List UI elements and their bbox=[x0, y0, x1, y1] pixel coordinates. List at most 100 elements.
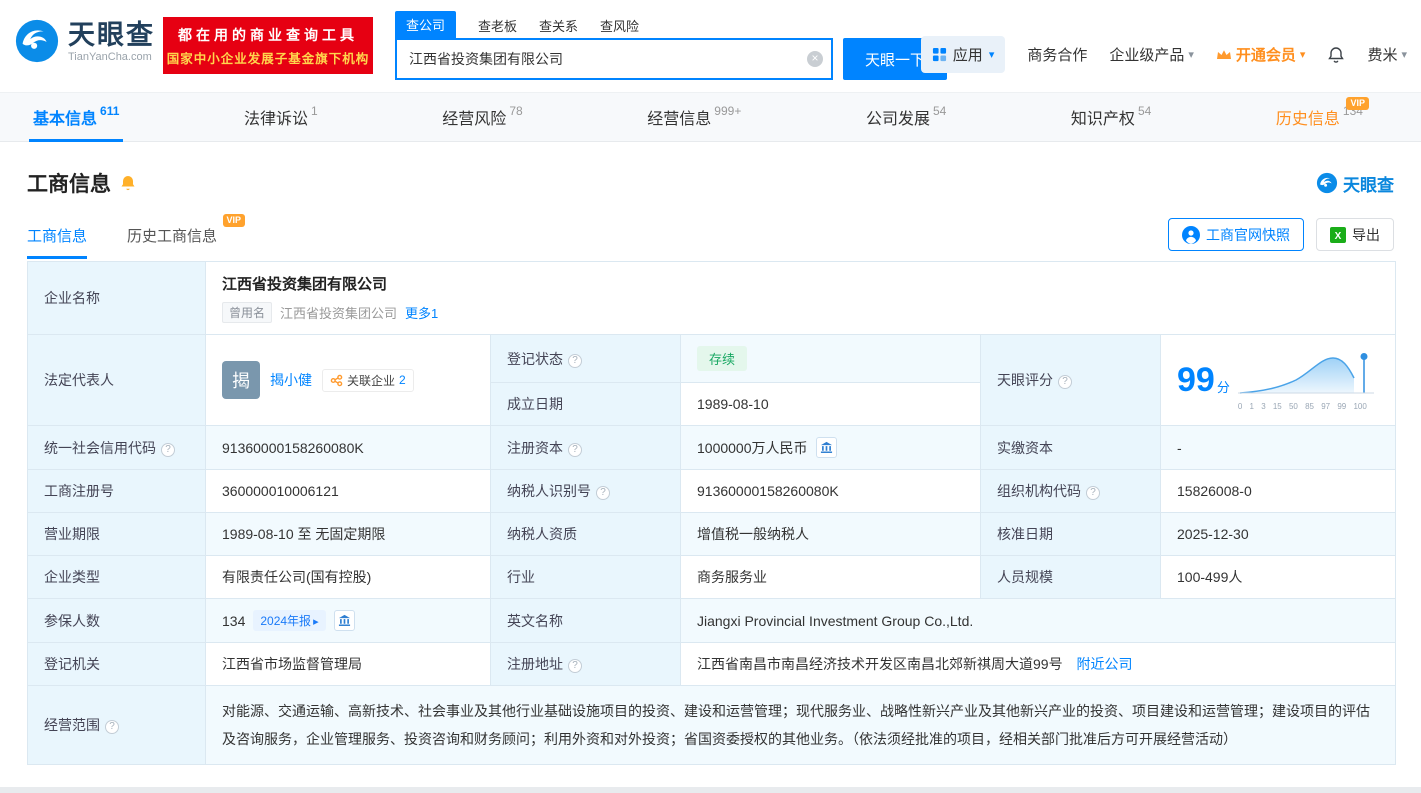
business-term-value: 1989-08-10 至 无固定期限 bbox=[205, 512, 491, 556]
address-label-cell: 注册地址 bbox=[490, 642, 681, 686]
clear-search-icon[interactable] bbox=[807, 51, 823, 67]
company-type-label: 企业类型 bbox=[27, 555, 206, 599]
nav-open-vip[interactable]: 开通会员 bbox=[1216, 44, 1306, 65]
scope-value: 对能源、交通运输、高新技术、社会事业及其他行业基础设施项目的投资、建设和运营管理… bbox=[222, 703, 1370, 747]
section-header: 工商信息 天眼查 bbox=[0, 142, 1421, 198]
page-bottom-strip bbox=[0, 787, 1421, 793]
taxpayer-id-value: 91360000158260080K bbox=[680, 469, 981, 513]
search-row: 天眼一下 bbox=[395, 38, 947, 80]
industry-label: 行业 bbox=[490, 555, 681, 599]
search-tabs: 查公司 查老板 查关系 查风险 bbox=[395, 11, 947, 38]
search-input[interactable] bbox=[395, 38, 833, 80]
help-icon[interactable] bbox=[161, 442, 175, 457]
subscribe-bell-icon[interactable] bbox=[119, 174, 137, 192]
search-tab-boss[interactable]: 查老板 bbox=[478, 16, 517, 38]
search-tab-relation[interactable]: 查关系 bbox=[539, 16, 578, 38]
search-tab-risk[interactable]: 查风险 bbox=[600, 16, 639, 38]
apps-label: 应用 bbox=[952, 47, 983, 64]
logo-text-wrap: 天眼查 TianYanCha.com bbox=[68, 20, 155, 63]
crown-icon bbox=[1216, 49, 1231, 59]
legal-rep-avatar[interactable]: 揭 bbox=[222, 361, 260, 399]
score-label-cell: 天眼评分 bbox=[980, 334, 1161, 426]
tab-company-development[interactable]: 公司发展 54 bbox=[866, 93, 946, 141]
tianyancha-logo-icon bbox=[1316, 172, 1338, 194]
help-icon[interactable] bbox=[568, 353, 582, 368]
capital-detail-icon[interactable] bbox=[815, 437, 837, 458]
established-label: 成立日期 bbox=[490, 382, 681, 426]
related-companies-label: 关联企业 bbox=[347, 373, 396, 388]
tianyancha-logo[interactable]: 天眼查 TianYanCha.com bbox=[14, 18, 155, 64]
page: 天眼查 TianYanCha.com 都在用的商业查询工具 国家中小企业发展子基… bbox=[0, 0, 1421, 793]
tab-business-info[interactable]: 经营信息 999+ bbox=[647, 93, 741, 141]
tab-legal-litigation[interactable]: 法律诉讼 1 bbox=[244, 93, 318, 141]
nav-enterprise-label: 企业级产品 bbox=[1109, 47, 1185, 64]
taxpayer-id-label-cell: 纳税人识别号 bbox=[490, 469, 681, 513]
apps-menu[interactable]: 应用 bbox=[920, 36, 1006, 73]
uscc-label-cell: 统一社会信用代码 bbox=[27, 425, 206, 470]
nav-cooperation[interactable]: 商务合作 bbox=[1027, 44, 1087, 65]
help-icon[interactable] bbox=[105, 720, 119, 734]
search-tab-company[interactable]: 查公司 bbox=[395, 11, 457, 38]
notification-bell-icon[interactable] bbox=[1327, 46, 1345, 64]
watermark-logo: 天眼查 bbox=[1316, 171, 1394, 196]
nearby-companies-link[interactable]: 附近公司 bbox=[1076, 656, 1132, 672]
company-name-label: 企业名称 bbox=[27, 261, 206, 335]
snapshot-button-label: 工商官网快照 bbox=[1206, 226, 1290, 243]
user-name: 费米 bbox=[1367, 47, 1398, 64]
industry-value: 商务服务业 bbox=[680, 555, 981, 599]
annual-report-tag[interactable]: 2024年报 bbox=[253, 610, 326, 631]
tab-count: 78 bbox=[509, 104, 523, 118]
logo-text: 天眼查 bbox=[68, 19, 155, 50]
legal-rep-cell: 揭 揭小健 关联企业 2 bbox=[222, 361, 474, 399]
score-label: 天眼评分 bbox=[997, 372, 1053, 388]
user-menu[interactable]: 费米 bbox=[1367, 44, 1407, 65]
taxpayer-id-label: 纳税人识别号 bbox=[507, 483, 591, 499]
table-row: 统一社会信用代码 91360000158260080K 注册资本 1000000… bbox=[27, 425, 1397, 470]
staff-size-value: 100-499人 bbox=[1159, 555, 1397, 599]
legal-rep-label: 法定代表人 bbox=[27, 334, 206, 426]
tab-label: 经营风险 bbox=[442, 111, 507, 128]
reg-capital-label-cell: 注册资本 bbox=[490, 425, 681, 470]
subtab-business-info[interactable]: 工商信息 bbox=[27, 225, 88, 259]
help-icon[interactable] bbox=[568, 442, 582, 457]
former-name-line: 曾用名 江西省投资集团公司 更多1 bbox=[222, 302, 1379, 323]
established-value: 1989-08-10 bbox=[680, 382, 981, 426]
insured-cell: 134 2024年报 bbox=[222, 610, 474, 631]
export-button[interactable]: X 导出 bbox=[1316, 218, 1394, 251]
tab-history-info[interactable]: 历史信息 134 VIP bbox=[1276, 93, 1369, 141]
company-type-value: 有限责任公司(国有控股) bbox=[205, 555, 491, 599]
insured-detail-icon[interactable] bbox=[333, 610, 355, 631]
help-icon[interactable] bbox=[596, 486, 610, 500]
tab-operating-risk[interactable]: 经营风险 78 bbox=[442, 93, 522, 141]
table-row: 登记机关 江西省市场监督管理局 注册地址 江西省南昌市南昌经济技术开发区南昌北郊… bbox=[27, 642, 1397, 686]
more-former-names-link[interactable]: 更多1 bbox=[405, 303, 438, 322]
uscc-value: 91360000158260080K bbox=[205, 425, 491, 470]
apps-grid-icon bbox=[932, 47, 946, 62]
help-icon[interactable] bbox=[568, 659, 582, 673]
taxpayer-type-value: 增值税一般纳税人 bbox=[680, 512, 981, 556]
excel-icon: X bbox=[1330, 226, 1346, 243]
annual-report-label: 2024年报 bbox=[260, 614, 312, 628]
approved-date-label: 核准日期 bbox=[980, 512, 1161, 556]
tab-basic-info[interactable]: 基本信息 611 bbox=[28, 93, 124, 142]
table-row: 法定代表人 揭 揭小健 关联企业 2 登记状态? 存续 天眼评分? 99 分 0… bbox=[27, 334, 1397, 426]
related-companies-badge[interactable]: 关联企业 2 bbox=[322, 368, 414, 392]
table-row: 企业名称 江西省投资集团有限公司 曾用名 江西省投资集团公司 更多1 bbox=[27, 261, 1397, 335]
nav-enterprise-products[interactable]: 企业级产品 bbox=[1109, 44, 1194, 65]
top-bar: 天眼查 TianYanCha.com 都在用的商业查询工具 国家中小企业发展子基… bbox=[0, 0, 1421, 92]
legal-rep-name-link[interactable]: 揭小健 bbox=[270, 370, 312, 390]
section-actions: 工商官网快照 X 导出 bbox=[1168, 218, 1394, 259]
tab-count: 1 bbox=[311, 104, 318, 118]
status-badge: 存续 bbox=[697, 346, 748, 371]
help-icon[interactable] bbox=[1086, 486, 1100, 500]
paid-capital-value: - bbox=[1159, 425, 1397, 470]
chevron-down-icon bbox=[1401, 48, 1407, 61]
score-axis-labels: 0 1 3 15 50 85 97 99 100 bbox=[1237, 401, 1367, 411]
tab-intellectual-property[interactable]: 知识产权 54 bbox=[1071, 93, 1151, 141]
related-company-icon bbox=[330, 374, 343, 386]
help-icon[interactable] bbox=[1058, 375, 1072, 389]
chevron-down-icon bbox=[989, 48, 995, 61]
subtab-row: 工商信息 历史工商信息 VIP 工商官网快照 X 导出 bbox=[0, 198, 1421, 259]
subtab-history-business-info[interactable]: 历史工商信息 VIP bbox=[127, 214, 246, 259]
official-snapshot-button[interactable]: 工商官网快照 bbox=[1168, 218, 1304, 251]
